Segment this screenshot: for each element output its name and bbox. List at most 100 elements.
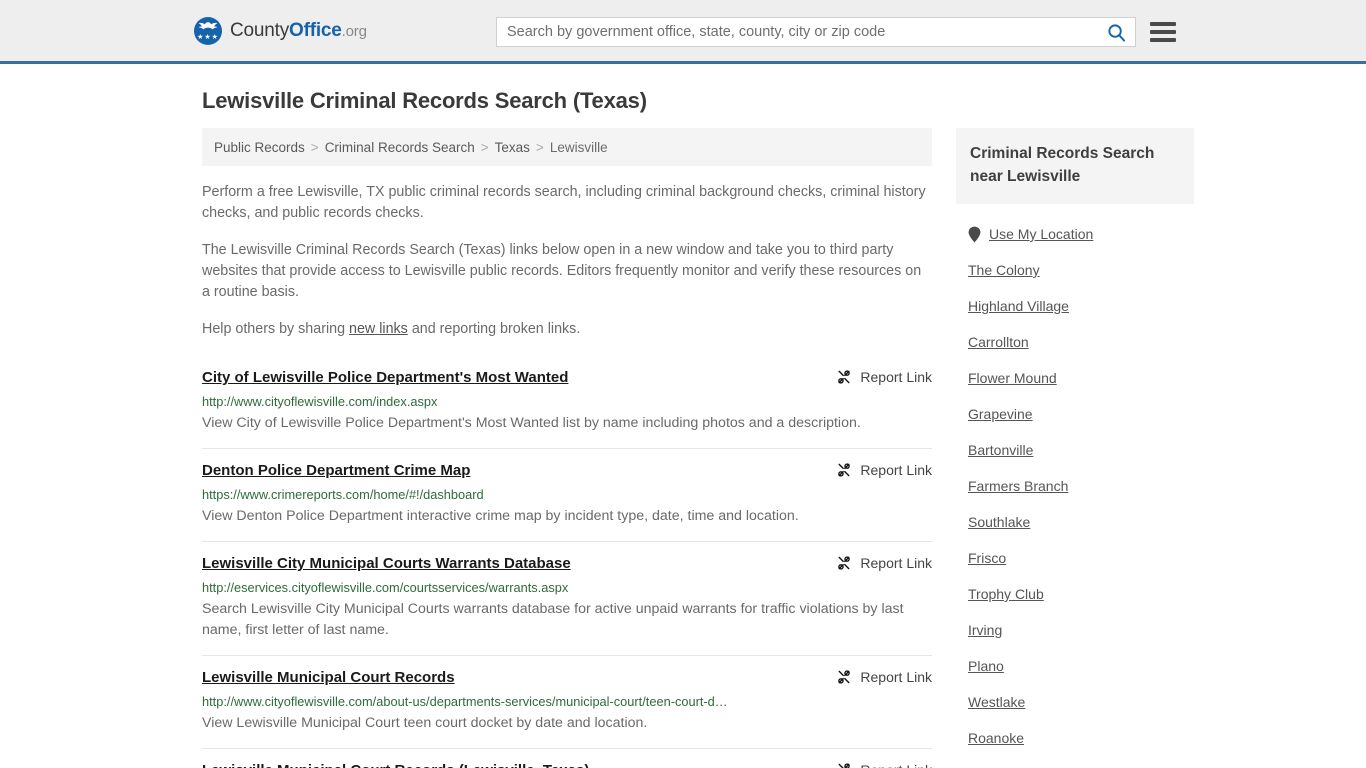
result-title-link[interactable]: Lewisville City Municipal Courts Warrant… [202, 554, 571, 574]
list-item: Frisco [956, 540, 1194, 576]
page-container: Lewisville Criminal Records Search (Texa… [0, 88, 1366, 768]
result-header: Denton Police Department Crime Map Repor… [202, 461, 932, 481]
map-pin-icon [968, 226, 981, 242]
list-item: Farmers Branch [956, 468, 1194, 504]
sidebar-city-highland-village[interactable]: Highland Village [968, 288, 1069, 324]
result-title-link[interactable]: Lewisville Municipal Court Records (Lewi… [202, 761, 589, 768]
broken-link-icon [838, 670, 851, 684]
report-link-button[interactable]: Report Link [836, 761, 932, 768]
sidebar-city-the-colony[interactable]: The Colony [968, 252, 1040, 288]
search-icon [1107, 23, 1125, 42]
result-item: Denton Police Department Crime Map Repor… [202, 449, 932, 542]
intro-paragraph-1: Perform a free Lewisville, TX public cri… [202, 184, 926, 221]
sidebar-city-frisco[interactable]: Frisco [968, 540, 1006, 576]
breadcrumb-item-texas[interactable]: Texas [495, 140, 530, 155]
list-item: Colleyville [956, 756, 1194, 768]
result-header: Lewisville Municipal Court Records Repor… [202, 668, 932, 688]
report-link-label: Report Link [860, 369, 932, 385]
list-item: Carrollton [956, 324, 1194, 360]
breadcrumb-item-lewisville[interactable]: Lewisville [550, 140, 608, 155]
report-link-label: Report Link [860, 762, 932, 768]
search-bar [496, 17, 1136, 47]
sidebar-city-grapevine[interactable]: Grapevine [968, 396, 1033, 432]
result-item: Lewisville Municipal Court Records (Lewi… [202, 749, 932, 768]
list-item: Southlake [956, 504, 1194, 540]
list-item: Grapevine [956, 396, 1194, 432]
menu-bar-1 [1150, 22, 1176, 26]
intro-paragraph-2: The Lewisville Criminal Records Search (… [202, 242, 922, 300]
sidebar-city-carrollton[interactable]: Carrollton [968, 324, 1029, 360]
result-title-link[interactable]: City of Lewisville Police Department's M… [202, 368, 568, 388]
intro-paragraph-3: Help others by sharing new links and rep… [202, 319, 932, 340]
site-header: ★★★ CountyOffice.org [0, 0, 1366, 64]
content-columns: Public Records > Criminal Records Search… [202, 128, 1194, 768]
report-link-label: Report Link [860, 462, 932, 478]
result-description: View Denton Police Department interactiv… [202, 508, 799, 524]
list-item: Use My Location [956, 216, 1194, 252]
report-link-label: Report Link [860, 555, 932, 571]
sidebar-city-roanoke[interactable]: Roanoke [968, 720, 1024, 756]
brand-part-county: County [230, 19, 290, 41]
result-item: City of Lewisville Police Department's M… [202, 356, 932, 449]
hamburger-menu-icon[interactable] [1150, 19, 1176, 45]
list-item: The Colony [956, 252, 1194, 288]
search-button[interactable] [1097, 18, 1135, 46]
report-link-button[interactable]: Report Link [836, 368, 932, 385]
intro-p3-after: and reporting broken links. [407, 321, 581, 337]
sidebar-city-flower-mound[interactable]: Flower Mound [968, 360, 1057, 396]
page-title: Lewisville Criminal Records Search (Texa… [202, 88, 647, 113]
list-item: Roanoke [956, 720, 1194, 756]
use-my-location-link[interactable]: Use My Location [968, 216, 1093, 252]
result-description: View Lewisville Municipal Court teen cou… [202, 715, 648, 731]
broken-link-icon [838, 463, 851, 477]
site-logo[interactable]: ★★★ CountyOffice.org [194, 16, 367, 45]
intro-text: Perform a free Lewisville, TX public cri… [202, 182, 932, 340]
result-item: Lewisville Municipal Court Records Repor… [202, 656, 932, 749]
result-header: City of Lewisville Police Department's M… [202, 368, 932, 388]
list-item: Flower Mound [956, 360, 1194, 396]
sidebar-city-trophy-club[interactable]: Trophy Club [968, 576, 1044, 612]
sidebar-city-farmers-branch[interactable]: Farmers Branch [968, 468, 1068, 504]
result-title-link[interactable]: Lewisville Municipal Court Records [202, 668, 455, 688]
sidebar-city-plano[interactable]: Plano [968, 648, 1004, 684]
report-link-button[interactable]: Report Link [836, 461, 932, 478]
sidebar-heading: Criminal Records Search near Lewisville [956, 128, 1194, 204]
list-item: Trophy Club [956, 576, 1194, 612]
result-url[interactable]: http://eservices.cityoflewisville.com/co… [202, 579, 932, 596]
eagle-stars-seal-icon: ★★★ [194, 16, 222, 45]
result-url[interactable]: http://www.cityoflewisville.com/index.as… [202, 393, 932, 410]
broken-link-icon [838, 370, 851, 384]
brand-part-tld: .org [341, 22, 367, 40]
result-description: Search Lewisville City Municipal Courts … [202, 601, 904, 638]
result-url[interactable]: http://www.cityoflewisville.com/about-us… [202, 693, 932, 710]
list-item: Plano [956, 648, 1194, 684]
broken-link-icon [838, 763, 851, 768]
three-stars-glyph: ★★★ [197, 33, 219, 41]
result-url[interactable]: https://www.crimereports.com/home/#!/das… [202, 486, 932, 503]
brand-wordmark: CountyOffice.org [230, 20, 367, 42]
report-link-button[interactable]: Report Link [836, 668, 932, 685]
result-title-link[interactable]: Denton Police Department Crime Map [202, 461, 470, 481]
sidebar-city-colleyville[interactable]: Colleyville [968, 756, 1031, 768]
list-item: Bartonville [956, 432, 1194, 468]
use-my-location-label: Use My Location [989, 226, 1094, 242]
breadcrumb-separator: > [535, 139, 544, 155]
sidebar-city-bartonville[interactable]: Bartonville [968, 432, 1033, 468]
result-item: Lewisville City Municipal Courts Warrant… [202, 542, 932, 656]
menu-bar-3 [1150, 38, 1176, 42]
list-item: Westlake [956, 684, 1194, 720]
breadcrumb-item-criminal-records-search[interactable]: Criminal Records Search [325, 140, 475, 155]
intro-p3-before: Help others by sharing [202, 321, 350, 337]
report-link-label: Report Link [860, 669, 932, 685]
broken-link-icon [838, 556, 851, 570]
result-header: Lewisville Municipal Court Records (Lewi… [202, 761, 932, 768]
sidebar-city-westlake[interactable]: Westlake [968, 684, 1025, 720]
report-link-button[interactable]: Report Link [836, 554, 932, 571]
list-item: Irving [956, 612, 1194, 648]
search-input[interactable] [497, 18, 1097, 46]
breadcrumb: Public Records > Criminal Records Search… [202, 128, 932, 166]
new-links-link[interactable]: new links [349, 321, 408, 337]
sidebar-city-irving[interactable]: Irving [968, 612, 1002, 648]
breadcrumb-item-public-records[interactable]: Public Records [214, 140, 305, 155]
sidebar-city-southlake[interactable]: Southlake [968, 504, 1030, 540]
